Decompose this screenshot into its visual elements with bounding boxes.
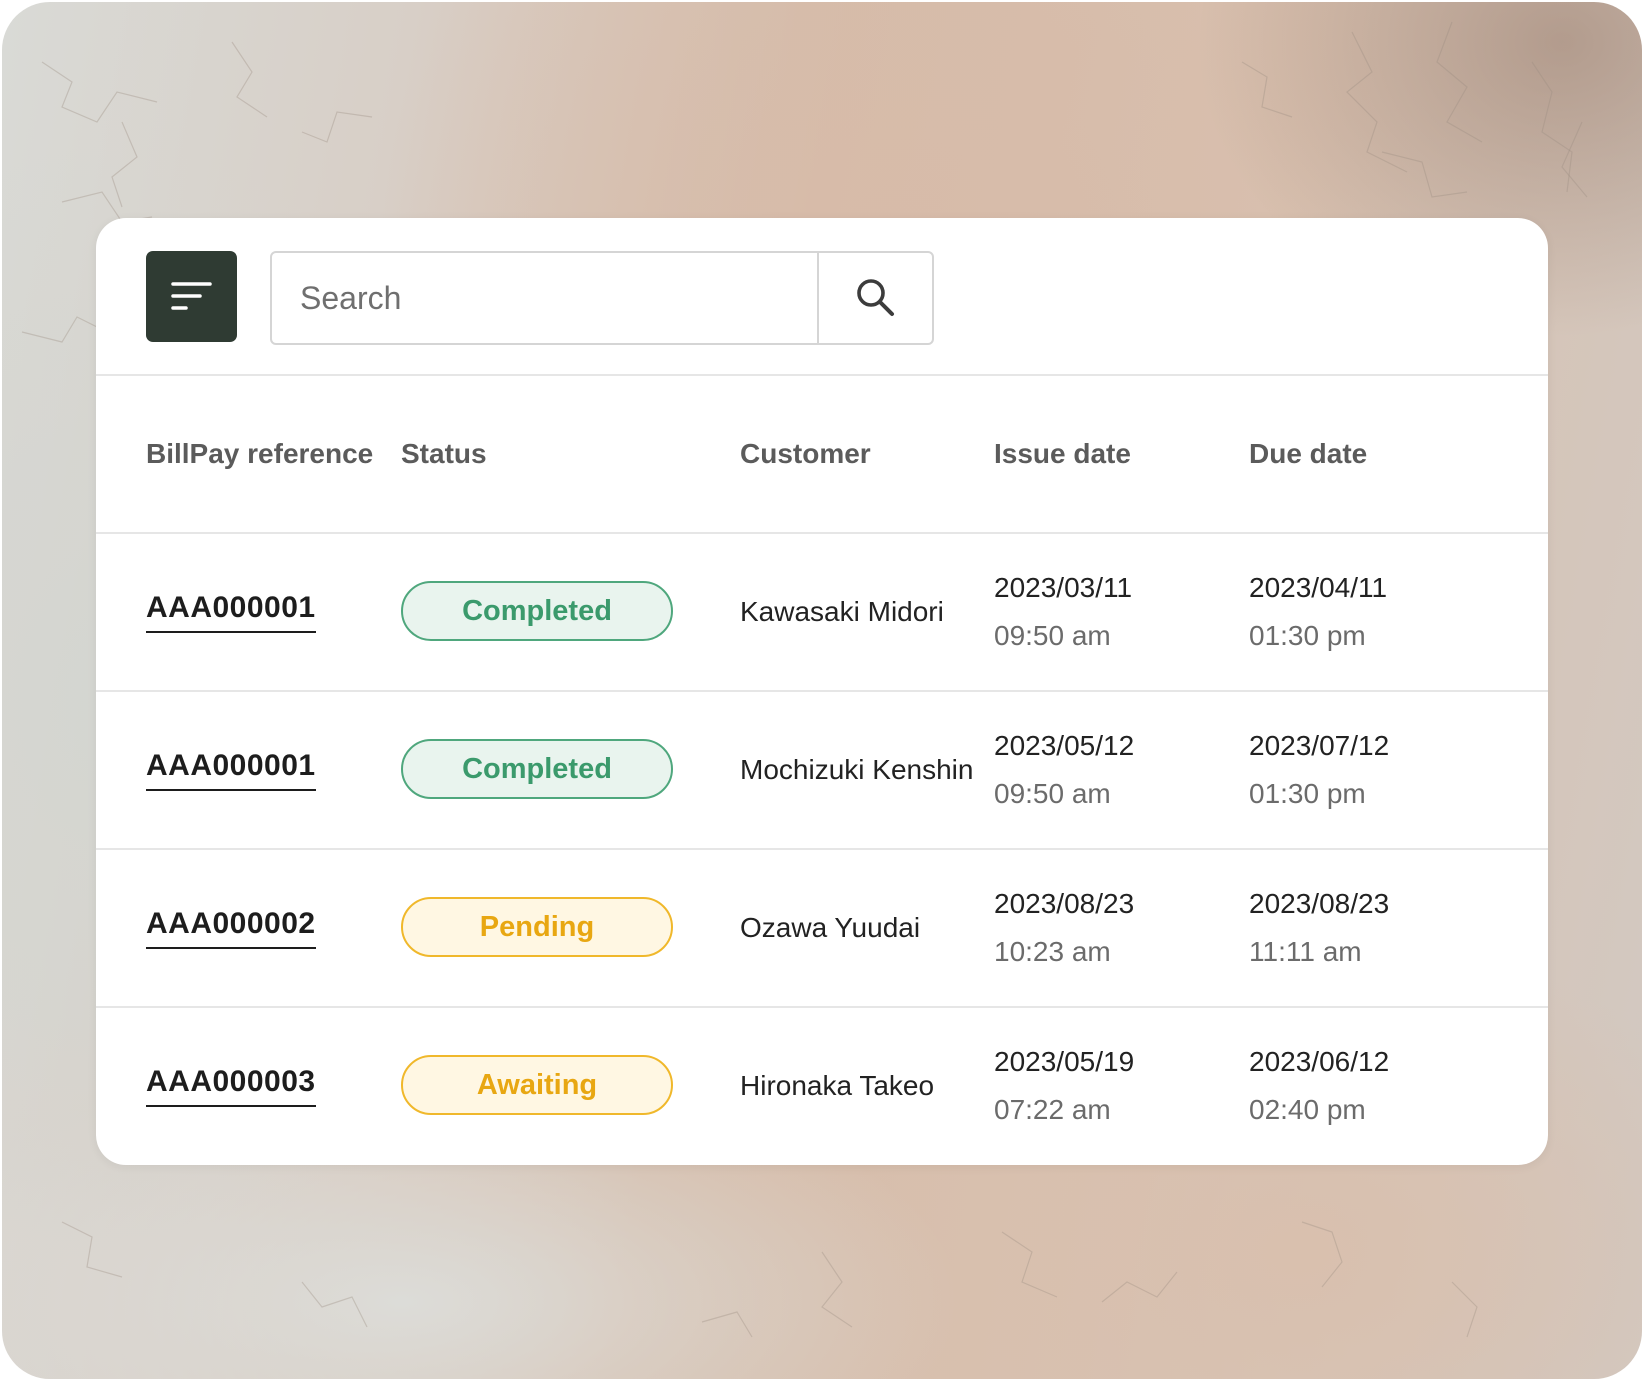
magnifier-icon — [856, 279, 894, 316]
reference-cell: AAA000003 — [146, 1008, 316, 1164]
search-button[interactable] — [817, 253, 932, 343]
due-date-cell: 2023/04/11 01:30 pm — [1249, 534, 1387, 690]
due-time: 01:30 pm — [1249, 778, 1366, 809]
issue-date: 2023/05/12 — [994, 730, 1135, 761]
table-row[interactable]: AAA000003 Awaiting Hironaka Takeo 2023/0… — [96, 1008, 1548, 1164]
column-header-customer[interactable]: Customer — [740, 376, 871, 532]
status-badge: Awaiting — [401, 1055, 673, 1115]
reference-link[interactable]: AAA000003 — [146, 1065, 316, 1107]
due-time: 01:30 pm — [1249, 620, 1366, 651]
issue-time: 10:23 am — [994, 936, 1111, 967]
search-box — [270, 251, 934, 345]
issue-date-cell: 2023/03/11 09:50 am — [994, 534, 1132, 690]
customer-name: Ozawa Yuudai — [740, 912, 921, 943]
due-date-cell: 2023/08/23 11:11 am — [1249, 850, 1389, 1006]
due-date: 2023/08/23 — [1249, 888, 1390, 919]
issue-date-cell: 2023/05/19 07:22 am — [994, 1008, 1134, 1164]
reference-link[interactable]: AAA000001 — [146, 591, 316, 633]
search-input[interactable] — [272, 253, 817, 343]
status-badge: Completed — [401, 739, 673, 799]
reference-cell: AAA000001 — [146, 692, 316, 848]
issue-date: 2023/03/11 — [994, 572, 1133, 603]
table-row[interactable]: AAA000001 Completed Kawasaki Midori 2023… — [96, 534, 1548, 692]
column-header-status[interactable]: Status — [401, 376, 487, 532]
table-header: BillPay reference Status Customer Issue … — [96, 376, 1548, 534]
issue-date: 2023/08/23 — [994, 888, 1135, 919]
issue-time: 09:50 am — [994, 620, 1111, 651]
billpay-table-card: BillPay reference Status Customer Issue … — [96, 218, 1548, 1165]
column-header-due-date[interactable]: Due date — [1249, 376, 1367, 532]
due-time: 02:40 pm — [1249, 1094, 1366, 1125]
status-badge: Pending — [401, 897, 673, 957]
issue-date-cell: 2023/05/12 09:50 am — [994, 692, 1134, 848]
column-header-reference[interactable]: BillPay reference — [146, 376, 373, 532]
reference-link[interactable]: AAA000002 — [146, 907, 316, 949]
table-toolbar — [96, 218, 1548, 376]
reference-cell: AAA000001 — [146, 534, 316, 690]
issue-time: 09:50 am — [994, 778, 1111, 809]
due-date: 2023/06/12 — [1249, 1046, 1390, 1077]
customer-name: Kawasaki Midori — [740, 596, 944, 627]
reference-link[interactable]: AAA000001 — [146, 749, 316, 791]
customer-name: Mochizuki Kenshin — [740, 754, 974, 785]
column-header-issue-date[interactable]: Issue date — [994, 376, 1131, 532]
status-badge: Completed — [401, 581, 673, 641]
issue-date: 2023/05/19 — [994, 1046, 1135, 1077]
reference-cell: AAA000002 — [146, 850, 316, 1006]
issue-time: 07:22 am — [994, 1094, 1111, 1125]
due-date-cell: 2023/07/12 01:30 pm — [1249, 692, 1389, 848]
due-date: 2023/07/12 — [1249, 730, 1390, 761]
customer-name: Hironaka Takeo — [740, 1070, 935, 1101]
table-row[interactable]: AAA000001 Completed Mochizuki Kenshin 20… — [96, 692, 1548, 850]
table-row[interactable]: AAA000002 Pending Ozawa Yuudai 2023/08/2… — [96, 850, 1548, 1008]
due-date: 2023/04/11 — [1249, 572, 1388, 603]
issue-date-cell: 2023/08/23 10:23 am — [994, 850, 1134, 1006]
filter-lines-icon — [171, 282, 212, 310]
due-time: 11:11 am — [1249, 936, 1362, 967]
due-date-cell: 2023/06/12 02:40 pm — [1249, 1008, 1389, 1164]
filter-button[interactable] — [146, 251, 237, 342]
